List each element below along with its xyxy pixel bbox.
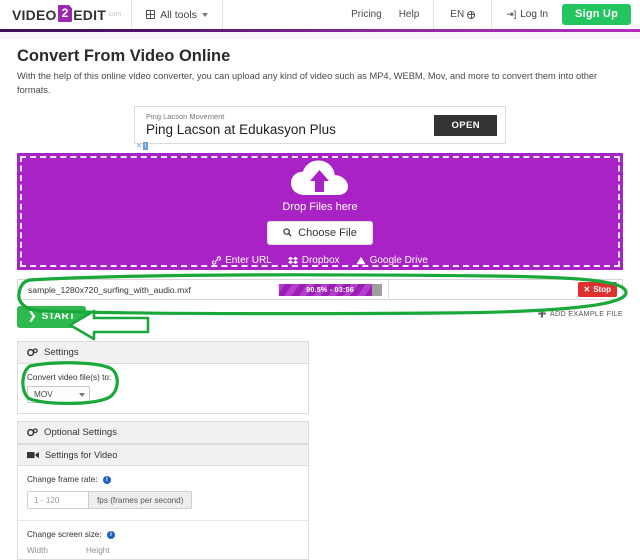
start-button[interactable]: ❯ START	[17, 306, 87, 328]
language-label: EN	[450, 9, 465, 20]
nav-item-help[interactable]: Help	[399, 9, 420, 20]
file-list: sample_1280x720_surfing_with_audio.mxf 9…	[17, 279, 623, 300]
login-button[interactable]: ⇥] Log In	[492, 0, 562, 29]
logo-text-edit: EDIT	[73, 6, 106, 23]
info-icon[interactable]: i	[102, 476, 111, 484]
signup-button[interactable]: Sign Up	[562, 4, 631, 25]
settings-panel-body: Convert video file(s) to: MOV	[18, 364, 308, 413]
chevron-right-icon: ❯	[28, 311, 37, 322]
page-title: Convert From Video Online	[17, 47, 231, 65]
ad-info-icon[interactable]: i	[142, 142, 149, 150]
height-label: Height	[85, 546, 110, 555]
header-shadow-band	[0, 32, 640, 39]
optional-settings-panel: Optional Settings Settings for Video Cha…	[17, 421, 309, 560]
nav-item-pricing[interactable]: Pricing	[351, 9, 382, 20]
frame-rate-label: Change frame rate: i	[27, 475, 299, 485]
add-example-file-button[interactable]: ➕ ADD EXAMPLE FILE	[538, 309, 623, 318]
convert-format-label: Convert video file(s) to:	[27, 373, 112, 382]
dropbox-link[interactable]: Dropbox	[287, 254, 340, 266]
file-row[interactable]: sample_1280x720_surfing_with_audio.mxf 9…	[17, 279, 623, 300]
enter-url-label: Enter URL	[225, 254, 272, 266]
choose-file-label: Choose File	[298, 226, 357, 239]
choose-file-button[interactable]: Choose File	[267, 220, 373, 245]
settings-panel: Settings Convert video file(s) to: MOV	[17, 341, 309, 414]
screen-size-label-text: Change screen size:	[27, 530, 102, 539]
chevron-down-icon	[79, 392, 85, 397]
frame-rate-input[interactable]: 1 - 120	[27, 491, 89, 509]
cloud-upload-icon	[288, 158, 352, 198]
frame-rate-label-text: Change frame rate:	[27, 475, 98, 484]
all-tools-menu[interactable]: All tools	[132, 0, 223, 29]
site-logo[interactable]: VIDEO 2 EDIT .com	[0, 0, 133, 29]
dropzone-label: Drop Files here	[282, 200, 358, 213]
google-drive-link[interactable]: Google Drive	[355, 254, 428, 266]
ad-container: Ping Lacson Movement Ping Lacson at Eduk…	[17, 106, 623, 150]
start-label: START	[41, 311, 76, 322]
ad-controls: ✕ i	[136, 142, 149, 150]
login-label: Log In	[520, 9, 549, 20]
link-icon	[212, 255, 222, 265]
frame-rate-section: Change frame rate: i 1 - 120 fps (frames…	[18, 466, 308, 521]
format-select[interactable]: MOV	[27, 386, 90, 403]
gears-icon	[27, 347, 38, 356]
settings-title: Settings	[44, 347, 79, 358]
plus-icon: ➕	[537, 309, 547, 318]
info-icon[interactable]: i	[106, 531, 115, 539]
chevron-down-icon	[201, 12, 208, 17]
page-content: Convert From Video Online With the help …	[0, 39, 640, 560]
ad-title: Ping Lacson at Edukasyon Plus	[146, 122, 336, 137]
video-settings-header[interactable]: Settings for Video	[18, 444, 308, 466]
google-drive-icon	[355, 256, 366, 264]
video-camera-icon	[27, 452, 39, 459]
ad-open-button[interactable]: OPEN	[434, 114, 497, 136]
optional-settings-header[interactable]: Optional Settings	[18, 422, 308, 444]
header-spacer	[223, 0, 337, 29]
frame-rate-input-group: 1 - 120 fps (frames per second)	[27, 491, 299, 509]
ad-kicker: Ping Lacson Movement	[146, 112, 225, 121]
stop-label: Stop	[593, 285, 611, 294]
file-dropzone[interactable]: Drop Files here Choose File Enter URL Dr…	[17, 153, 623, 270]
enter-url-link[interactable]: Enter URL	[212, 255, 272, 266]
dropbox-icon	[287, 256, 298, 264]
dropbox-label: Dropbox	[301, 254, 340, 266]
action-row: ❯ START ➕ ADD EXAMPLE FILE	[17, 306, 623, 328]
google-drive-label: Google Drive	[369, 254, 428, 266]
login-arrow-icon: ⇥]	[506, 9, 517, 19]
add-example-label: ADD EXAMPLE FILE	[549, 309, 623, 318]
signup-wrapper: Sign Up	[562, 0, 640, 29]
format-select-value: MOV	[34, 390, 53, 399]
progress-label: 90.5% - 03:56	[306, 285, 354, 294]
advertisement[interactable]: Ping Lacson Movement Ping Lacson at Eduk…	[134, 106, 506, 150]
file-name: sample_1280x720_surfing_with_audio.mxf	[28, 284, 191, 295]
frame-rate-suffix: fps (frames per second)	[89, 491, 193, 509]
all-tools-label: All tools	[160, 8, 197, 21]
stop-x-icon: ✕	[583, 285, 591, 294]
site-header: VIDEO 2 EDIT .com All tools Pricing Help…	[0, 0, 640, 29]
optional-settings-title: Optional Settings	[44, 427, 118, 438]
page-description: With the help of this online video conve…	[17, 71, 598, 95]
logo-badge-two: 2	[57, 5, 73, 22]
stop-button[interactable]: ✕ Stop	[577, 282, 617, 297]
screen-size-label: Change screen size: i	[27, 530, 299, 540]
upload-progress-bar: 90.5% - 03:56	[277, 283, 382, 296]
globe-icon	[467, 10, 476, 19]
gears-icon	[27, 427, 38, 436]
logo-text-video: VIDEO	[12, 6, 57, 23]
video-settings-title: Settings for Video	[45, 450, 118, 460]
screen-size-section: Change screen size: i Width Height	[18, 521, 308, 559]
file-row-spacer	[387, 279, 578, 300]
logo-tld: .com	[106, 11, 122, 18]
header-nav: Pricing Help	[337, 0, 433, 29]
width-label: Width	[27, 546, 48, 555]
ad-close-icon[interactable]: ✕	[136, 142, 142, 150]
grid-icon	[146, 10, 156, 19]
settings-panel-header: Settings	[18, 342, 308, 364]
ad-text: Ping Lacson Movement Ping Lacson at Eduk…	[146, 112, 336, 138]
screen-size-fields: Width Height	[27, 546, 299, 555]
language-selector[interactable]: EN	[433, 0, 493, 29]
dropzone-source-links: Enter URL Dropbox Google Drive	[212, 255, 428, 266]
search-icon	[283, 228, 292, 237]
